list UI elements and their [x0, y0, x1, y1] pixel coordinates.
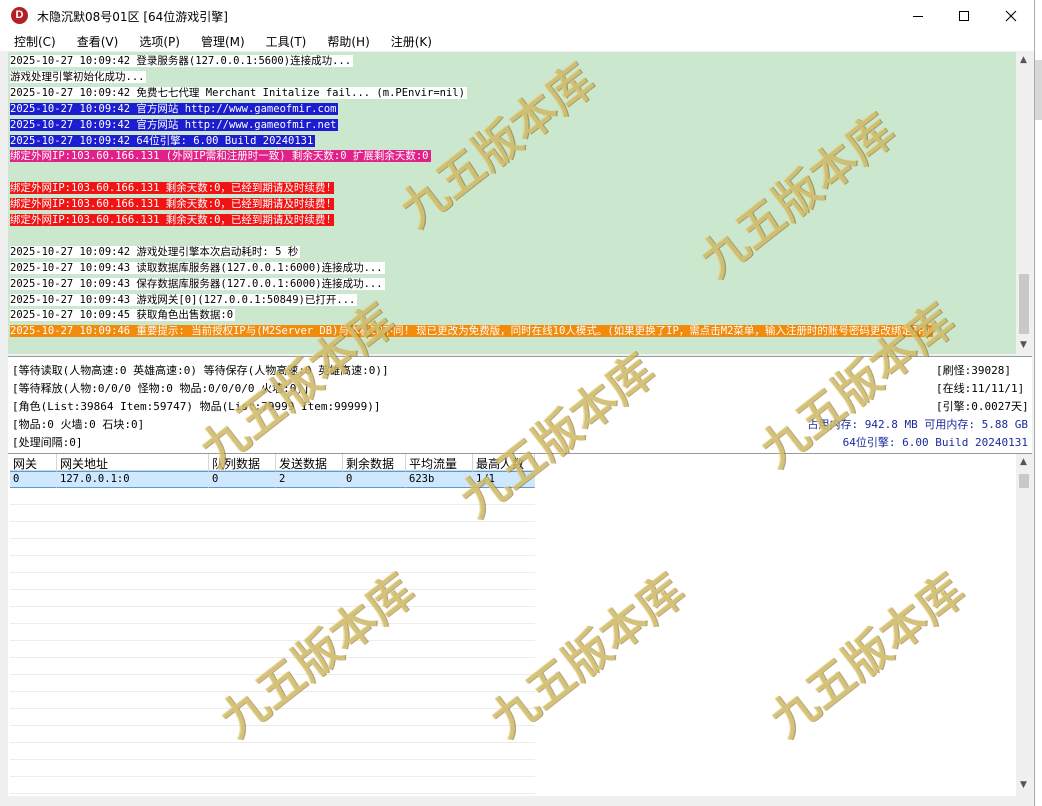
window-title: 木隐沉默08号01区 [64位游戏引擎] [37, 10, 228, 24]
grid-scroll-thumb[interactable] [1019, 474, 1029, 488]
log-line-text [10, 230, 12, 242]
log-scrollbar[interactable]: ▲ ▼ [1016, 52, 1032, 354]
log-line-text: 2025-10-27 10:09:42 免费七七代理 Merchant Init… [10, 86, 467, 99]
log-line: 2025-10-27 10:09:43 读取数据库服务器(127.0.0.1:6… [10, 261, 385, 275]
menu-register[interactable]: 注册(K) [377, 31, 439, 51]
cell-address: 127.0.0.1:0 [57, 471, 209, 488]
maximize-button[interactable] [941, 0, 987, 31]
log-line-text: 2025-10-27 10:09:43 游戏网关[0](127.0.0.1:50… [10, 293, 358, 306]
gateway-grid[interactable]: 网关 网关地址 队列数据 发送数据 剩余数据 平均流量 最高人数 0 127.0… [8, 454, 1016, 796]
bottom-border [0, 796, 1034, 806]
cell-queue: 0 [209, 471, 276, 488]
log-line: 绑定外网IP:103.60.166.131 剩余天数:0，已经到期请及时续费! [10, 213, 334, 227]
cell-sent: 2 [276, 471, 343, 488]
close-icon [1005, 10, 1017, 21]
log-line: 绑定外网IP:103.60.166.131 剩余天数:0，已经到期请及时续费! [10, 197, 334, 211]
grid-col-max-users[interactable]: 最高人数 [473, 454, 535, 471]
minimize-icon [913, 15, 923, 17]
cell-max-users: 1/1 [473, 471, 535, 488]
grid-body: 0 127.0.0.1:0 0 2 0 623b 1/1 [10, 471, 535, 488]
log-line-text: 2025-10-27 10:09:45 获取角色出售数据:0 [10, 309, 236, 322]
title-bar[interactable]: D 木隐沉默08号01区 [64位游戏引擎] [0, 0, 1034, 31]
status-process-interval: [处理间隔:0] [12, 436, 83, 449]
log-line: 绑定外网IP:103.60.166.131 (外网IP需和注册时一致) 剩余天数… [10, 149, 431, 163]
log-pane[interactable]: 2025-10-27 10:09:42 登录服务器(127.0.0.1:5600… [8, 52, 1016, 354]
grid-scroll-down-icon[interactable]: ▼ [1020, 780, 1027, 790]
grid-col-sent[interactable]: 发送数据 [276, 454, 343, 471]
log-line-text: 2025-10-27 10:09:42 官方网站 http://www.game… [10, 118, 339, 131]
status-memory: 占用内存: 942.8 MB 可用内存: 5.88 GB [807, 418, 1028, 431]
grid-scrollbar[interactable]: ▲ ▼ [1016, 454, 1032, 796]
app-logo-icon: D [11, 7, 28, 24]
grid-col-avg-traffic[interactable]: 平均流量 [406, 454, 473, 471]
status-online: [在线:11/11/1] [936, 382, 1025, 395]
menu-view[interactable]: 查看(V) [63, 31, 126, 51]
menu-bar: 控制(C) 查看(V) 选项(P) 管理(M) 工具(T) 帮助(H) 注册(K… [0, 31, 1034, 51]
maximize-icon [959, 10, 969, 21]
cell-avg-traffic: 623b [406, 471, 473, 488]
status-panel: [等待读取(人物高速:0 英雄高速:0) 等待保存(人物高速:0 英雄高速:0)… [8, 356, 1032, 454]
menu-tools[interactable]: 工具(T) [252, 31, 314, 51]
status-monster-spawn: [刷怪:39028] [936, 364, 1011, 377]
grid-col-queue[interactable]: 队列数据 [209, 454, 276, 471]
log-line-text: 绑定外网IP:103.60.166.131 剩余天数:0，已经到期请及时续费! [10, 182, 334, 195]
status-wait-read: [等待读取(人物高速:0 英雄高速:0) 等待保存(人物高速:0 英雄高速:0)… [12, 364, 389, 377]
menu-options[interactable]: 选项(P) [125, 31, 187, 51]
log-line-text: 绑定外网IP:103.60.166.131 (外网IP需和注册时一致) 剩余天数… [10, 150, 431, 163]
minimize-button[interactable] [895, 0, 941, 31]
log-line [10, 165, 12, 179]
log-line-text: 游戏处理引擎初始化成功... [10, 70, 147, 83]
scroll-down-icon[interactable]: ▼ [1020, 340, 1027, 350]
log-line-text: 2025-10-27 10:09:42 游戏处理引擎本次启动耗时: 5 秒 [10, 245, 301, 258]
log-line: 2025-10-27 10:09:42 64位引擎: 6.00 Build 20… [10, 134, 316, 148]
cell-gateway: 0 [10, 471, 57, 488]
grid-empty-area [10, 488, 535, 794]
menu-help[interactable]: 帮助(H) [313, 31, 376, 51]
background-window-panel [1035, 60, 1042, 120]
status-engine-version: 64位引擎: 6.00 Build 20240131 [842, 436, 1028, 449]
table-row[interactable]: 0 127.0.0.1:0 0 2 0 623b 1/1 [10, 471, 535, 488]
grid-scroll-up-icon[interactable]: ▲ [1020, 457, 1027, 467]
log-line [10, 229, 12, 243]
log-line: 2025-10-27 10:09:42 登录服务器(127.0.0.1:5600… [10, 54, 354, 68]
log-line: 游戏处理引擎初始化成功... [10, 70, 147, 84]
log-line: 2025-10-27 10:09:43 游戏网关[0](127.0.0.1:50… [10, 293, 358, 307]
log-scroll-thumb[interactable] [1019, 274, 1029, 334]
log-line-text: 绑定外网IP:103.60.166.131 剩余天数:0，已经到期请及时续费! [10, 214, 334, 226]
grid-col-gateway[interactable]: 网关 [10, 454, 57, 471]
log-line: 2025-10-27 10:09:42 游戏处理引擎本次启动耗时: 5 秒 [10, 245, 301, 259]
log-line: 2025-10-27 10:09:45 获取角色出售数据:0 [10, 308, 236, 322]
log-line: 绑定外网IP:103.60.166.131 剩余天数:0，已经到期请及时续费! [10, 181, 334, 195]
close-button[interactable] [988, 0, 1034, 31]
menu-control[interactable]: 控制(C) [0, 31, 63, 51]
status-items-firewall: [物品:0 火墙:0 石块:0] [12, 418, 145, 431]
log-line-text: 绑定外网IP:103.60.166.131 剩余天数:0，已经到期请及时续费! [10, 198, 334, 211]
log-line-text: 2025-10-27 10:09:42 64位引擎: 6.00 Build 20… [10, 134, 316, 147]
status-engine-days: [引擎:0.0027天] [936, 400, 1029, 413]
log-line: 2025-10-27 10:09:46 重要提示: 当前授权IP与(M2Serv… [10, 324, 933, 338]
cell-remaining: 0 [343, 471, 406, 488]
grid-col-remaining[interactable]: 剩余数据 [343, 454, 406, 471]
status-wait-release: [等待释放(人物:0/0/0 怪物:0 物品:0/0/0/0 火墙:0)] [12, 382, 310, 395]
log-line-text: 2025-10-27 10:09:42 登录服务器(127.0.0.1:5600… [10, 55, 354, 67]
app-window: D 木隐沉默08号01区 [64位游戏引擎] 控制(C) 查看(V) 选项(P)… [0, 0, 1035, 806]
log-line-text: 2025-10-27 10:09:43 读取数据库服务器(127.0.0.1:6… [10, 261, 385, 274]
background-window-edge [1035, 0, 1042, 806]
menu-manage[interactable]: 管理(M) [187, 31, 252, 51]
log-line: 2025-10-27 10:09:42 官方网站 http://www.game… [10, 102, 339, 116]
log-line: 2025-10-27 10:09:42 免费七七代理 Merchant Init… [10, 86, 467, 100]
log-line: 2025-10-27 10:09:43 保存数据库服务器(127.0.0.1:6… [10, 277, 385, 291]
log-line-text: 2025-10-27 10:09:46 重要提示: 当前授权IP与(M2Serv… [10, 325, 933, 338]
grid-header: 网关 网关地址 队列数据 发送数据 剩余数据 平均流量 最高人数 [10, 454, 535, 471]
log-line-text: 2025-10-27 10:09:43 保存数据库服务器(127.0.0.1:6… [10, 277, 385, 290]
grid-col-address[interactable]: 网关地址 [57, 454, 209, 471]
scroll-up-icon[interactable]: ▲ [1020, 55, 1027, 65]
log-line-text [10, 166, 12, 178]
log-line-text: 2025-10-27 10:09:42 官方网站 http://www.game… [10, 102, 339, 115]
log-line: 2025-10-27 10:09:42 官方网站 http://www.game… [10, 118, 339, 132]
status-role-items: [角色(List:39864 Item:59747) 物品(List:79999… [12, 400, 381, 413]
